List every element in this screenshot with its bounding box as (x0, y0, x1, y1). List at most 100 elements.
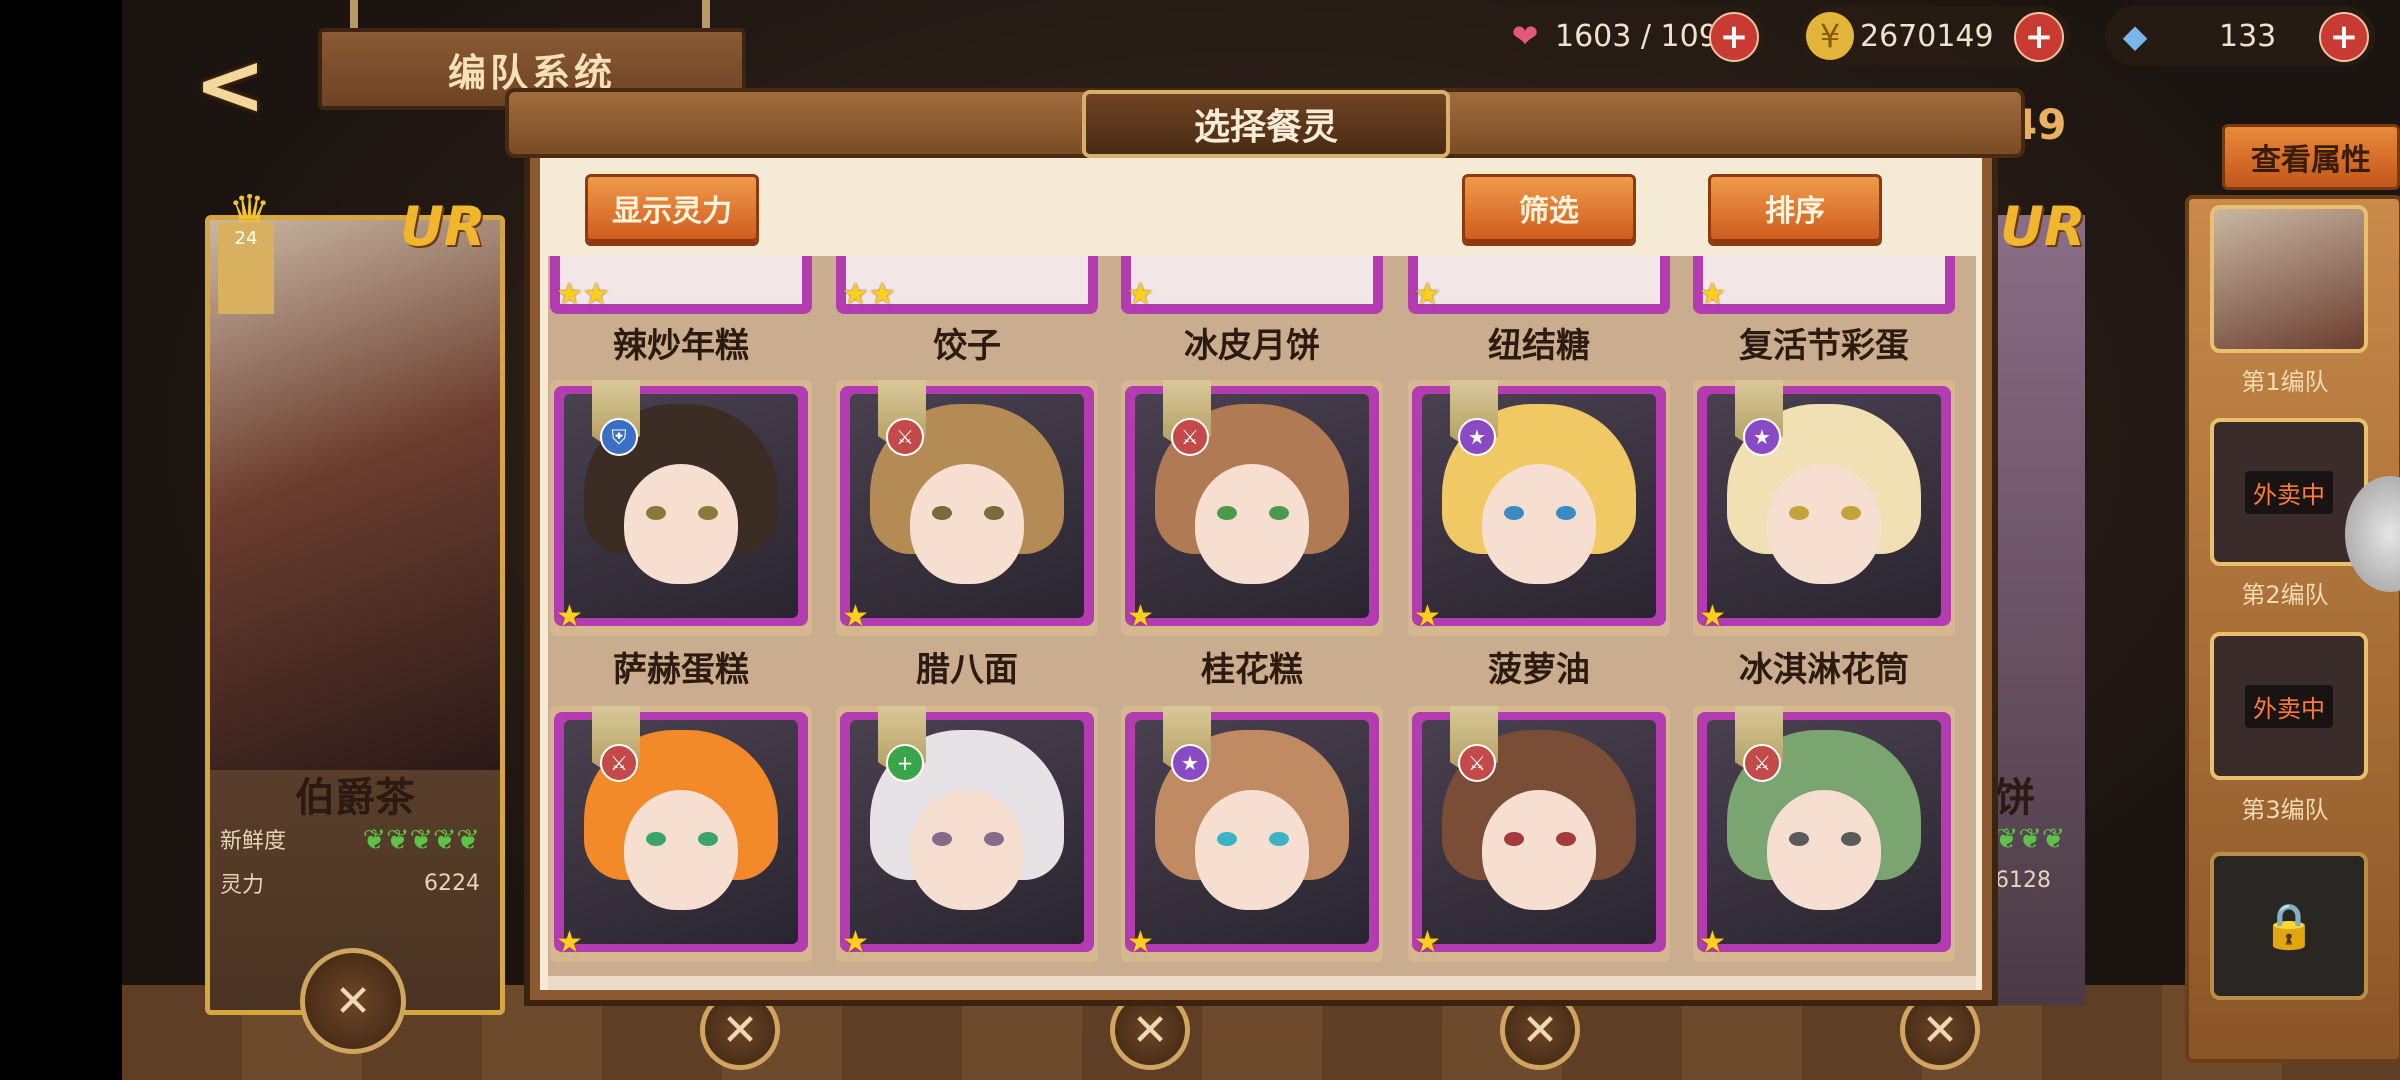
add-gold-button[interactable]: + (2014, 12, 2064, 62)
view-attributes-button[interactable]: 查看属性 (2222, 124, 2400, 190)
character-art (1131, 256, 1373, 304)
character-card[interactable]: ⚔ ★ (1408, 706, 1670, 962)
add-stamina-button[interactable]: + (1709, 12, 1759, 62)
sword-icon: ⚔ (1171, 418, 1209, 456)
character-name: 冰皮月饼 (1184, 326, 1320, 366)
character-face (910, 464, 1024, 584)
character-card[interactable]: ★ ★ 菠萝油 (1408, 380, 1670, 690)
character-art (1418, 256, 1660, 304)
rarity-badge: UR (2000, 195, 2086, 258)
star-icon: ★ (1699, 925, 1726, 960)
team-slot-3[interactable]: 外卖中 (2210, 632, 2368, 780)
heart-icon: ❤ (1511, 17, 1539, 55)
team-label-2: 第2编队 (2241, 581, 2329, 609)
coin-icon: ¥ (1806, 12, 1854, 60)
star-icon: ★ (1127, 277, 1154, 312)
character-card[interactable]: ★ ★ 冰淇淋花筒 (1693, 380, 1955, 690)
character-card[interactable]: ★ (1693, 256, 1955, 314)
star-icon: ★ (1127, 599, 1154, 634)
character-face (1195, 464, 1309, 584)
character-eye (932, 832, 952, 846)
character-eye (1217, 506, 1237, 520)
character-eye (1269, 506, 1289, 520)
freshness-row: 新鲜度 ❦❦❦❦❦ (220, 822, 480, 856)
resource-gold: ¥ 2670149 + (1800, 6, 2070, 66)
star-icon: ★★ (842, 277, 896, 312)
cutlery-button[interactable]: ✕ (700, 990, 780, 1070)
character-name: 萨赫蛋糕 (613, 650, 749, 690)
diamond-icon: ◆ (2122, 17, 2148, 55)
level-value: 24 (234, 228, 258, 249)
cutlery-button[interactable]: ✕ (1110, 990, 1190, 1070)
cutlery-icon: ✕ (1921, 1004, 1959, 1056)
cutlery-button[interactable]: ✕ (1500, 990, 1580, 1070)
star-icon: ★ (1414, 925, 1441, 960)
character-card[interactable]: ⚔ ★ 桂花糕 (1121, 380, 1383, 690)
star-icon: ★★ (556, 277, 610, 312)
star-icon: ★ (1127, 925, 1154, 960)
team-slot-1[interactable] (2210, 205, 2368, 353)
team-status-3: 外卖中 (2245, 684, 2333, 728)
character-name: 桂花糕 (1201, 650, 1303, 690)
character-face (624, 790, 738, 910)
sword-icon: ⚔ (600, 744, 638, 782)
star-icon: ★ (842, 925, 869, 960)
character-eye (1504, 832, 1524, 846)
cutlery-button[interactable]: ✕ (300, 948, 406, 1054)
character-face (1767, 464, 1881, 584)
stamina-value: 1603 / 109 (1555, 18, 1718, 54)
shield-icon: ⛨ (600, 418, 638, 456)
star-icon: ★ (1414, 277, 1441, 312)
freshness-label: 新鲜度 (220, 829, 287, 854)
character-face (1482, 790, 1596, 910)
character-card[interactable]: ★ (1121, 256, 1383, 314)
star-icon: ★ (556, 925, 583, 960)
sort-button[interactable]: 排序 (1708, 174, 1882, 242)
character-face (910, 790, 1024, 910)
character-card[interactable]: ⚔ ★ 腊八面 (836, 380, 1098, 690)
character-card[interactable]: ⚔ ★ (1693, 706, 1955, 962)
show-power-button[interactable]: 显示灵力 (585, 174, 759, 242)
leaf-icon: ❦❦❦ (1995, 822, 2066, 855)
sword-icon: ⚔ (1458, 744, 1496, 782)
cutlery-button[interactable]: ✕ (1900, 990, 1980, 1070)
leaf-icon: ❦❦❦❦❦ (362, 822, 480, 856)
character-art (1703, 256, 1945, 304)
character-name: 伯爵茶 (295, 775, 415, 821)
filter-button[interactable]: 筛选 (1462, 174, 1636, 242)
character-card[interactable]: ★★ (1121, 706, 1383, 962)
character-card[interactable]: ★ (1408, 256, 1670, 314)
cutlery-icon: ✕ (1131, 1004, 1169, 1056)
star-icon: ★ (842, 599, 869, 634)
team-slot-2[interactable]: 外卖中 (2210, 418, 2368, 566)
plus-icon: + (886, 744, 924, 782)
character-name: 复活节彩蛋 (1739, 326, 1909, 366)
character-card[interactable]: + ★ (836, 706, 1098, 962)
character-eye (984, 832, 1004, 846)
back-button[interactable]: < (175, 35, 285, 135)
character-eye (984, 506, 1004, 520)
locked-team-slot[interactable]: 🔒 (2210, 852, 2368, 1000)
character-face (1767, 790, 1881, 910)
star-icon: ★ (1171, 744, 1209, 782)
star-icon: ★ (1414, 599, 1441, 634)
sword-icon: ⚔ (1743, 744, 1781, 782)
character-name: 腊八面 (916, 650, 1018, 690)
add-crystal-button[interactable]: + (2319, 12, 2369, 62)
cutlery-icon: ✕ (1521, 1004, 1559, 1056)
resource-stamina: ❤ 1603 / 109 + (1495, 6, 1765, 66)
sword-icon: ⚔ (886, 418, 924, 456)
team-label-3: 第3编队 (2241, 796, 2329, 824)
character-name: 饺子 (933, 326, 1001, 366)
team-label-1: 第1编队 (2241, 368, 2329, 396)
character-card[interactable]: ⛨ ★ 萨赫蛋糕 (550, 380, 812, 690)
character-eye (1217, 832, 1237, 846)
character-card[interactable]: ⚔ ★ (550, 706, 812, 962)
character-eye (1841, 832, 1861, 846)
character-card[interactable]: ★★ (550, 256, 812, 314)
star-icon: ★ (1699, 277, 1726, 312)
cutlery-icon: ✕ (721, 1004, 759, 1056)
character-name: 辣炒年糕 (613, 326, 749, 366)
character-card[interactable]: ★★ (836, 256, 1098, 314)
level-flag: 24 (218, 222, 274, 314)
